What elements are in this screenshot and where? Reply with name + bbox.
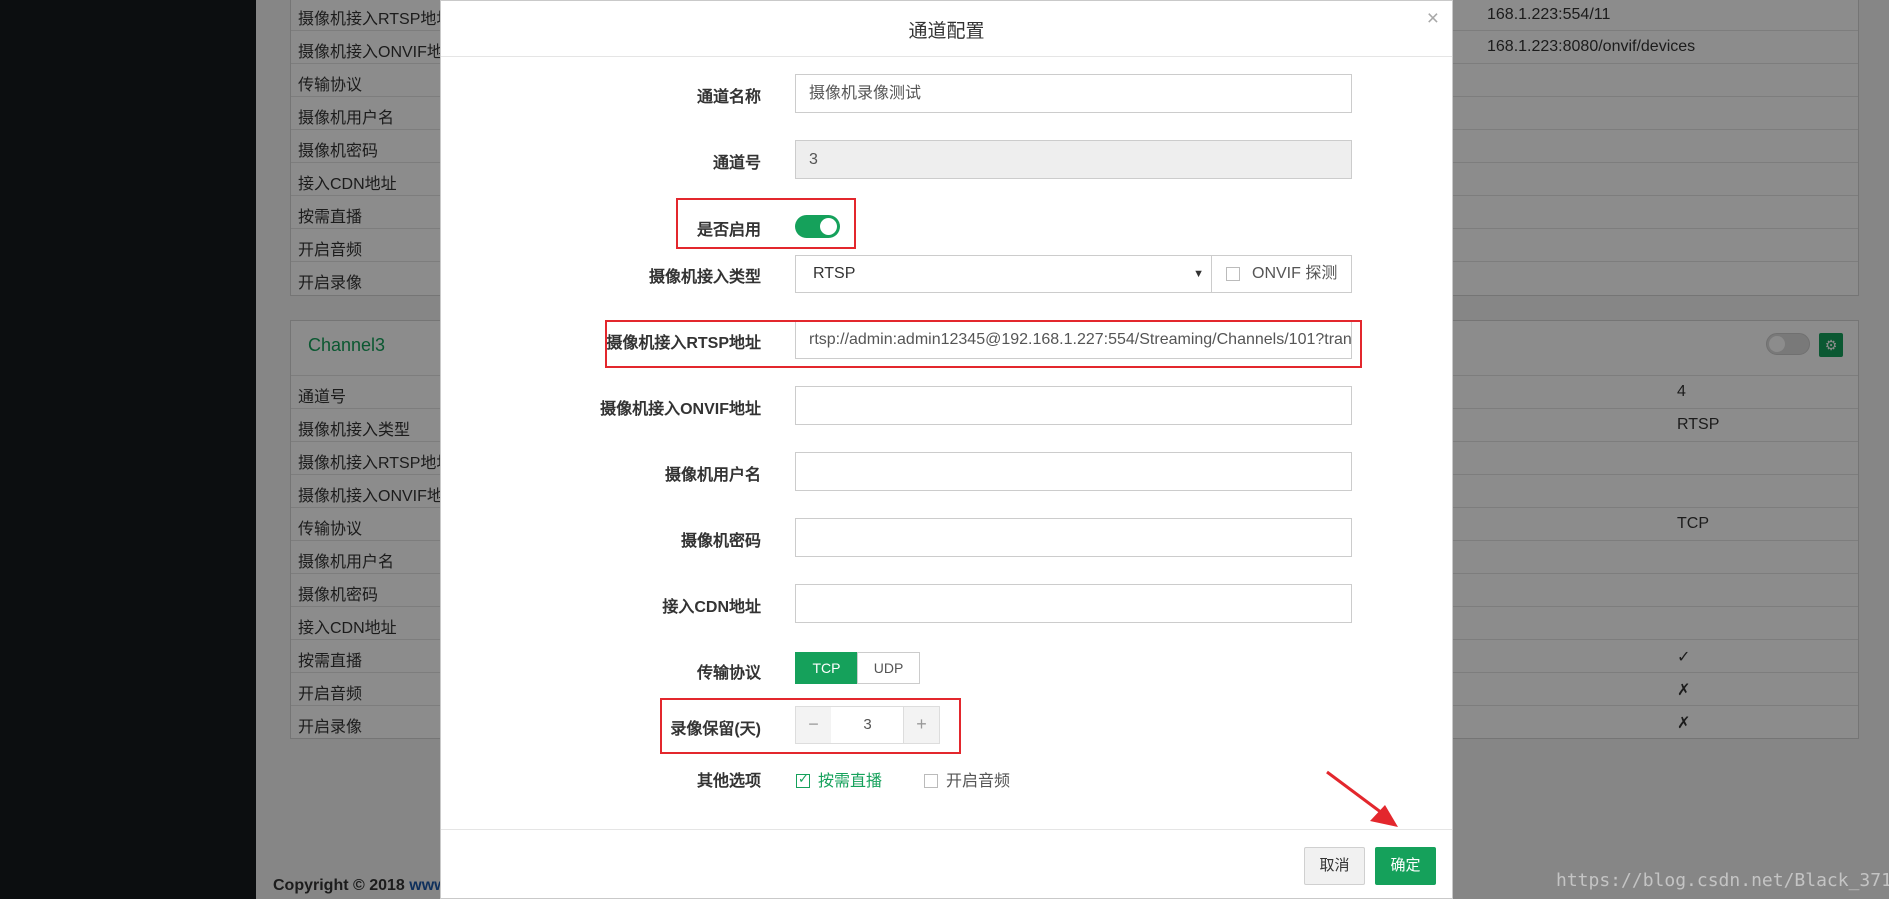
chevron-down-icon: ▼: [1193, 268, 1204, 280]
dialog-header: 通道配置 ×: [441, 1, 1452, 57]
onvif-probe-label: ONVIF 探测: [1252, 265, 1338, 282]
transport-udp-button[interactable]: UDP: [857, 652, 920, 684]
username-label: 摄像机用户名: [664, 467, 761, 484]
onvif-probe-checkbox[interactable]: [1226, 267, 1240, 281]
cdn-url-input[interactable]: [795, 584, 1352, 623]
access-type-value: RTSP: [813, 265, 856, 282]
channel-config-dialog: 通道配置 × 通道名称 摄像机录像测试 通道号 3 是否启用 摄像机接入类型 R…: [440, 0, 1453, 899]
dialog-title: 通道配置: [908, 21, 985, 42]
access-type-select[interactable]: RTSP ▼: [795, 255, 1212, 293]
on-demand-live-option[interactable]: 按需直播: [796, 767, 882, 791]
enable-audio-option[interactable]: 开启音频: [924, 767, 1010, 791]
username-input[interactable]: [795, 452, 1352, 491]
channel-number-label: 通道号: [712, 155, 761, 172]
channel-name-input[interactable]: 摄像机录像测试: [795, 74, 1352, 113]
on-demand-live-checkbox[interactable]: [796, 771, 810, 788]
confirm-button[interactable]: 确定: [1375, 847, 1436, 885]
enable-audio-label: 开启音频: [946, 773, 1011, 790]
channel-name-label: 通道名称: [696, 89, 761, 106]
dialog-footer: [441, 829, 1452, 899]
cdn-url-label: 接入CDN地址: [662, 599, 761, 616]
on-demand-live-label: 按需直播: [818, 773, 883, 790]
close-icon[interactable]: ×: [1427, 7, 1439, 31]
highlight-enabled: [676, 198, 856, 249]
transport-label: 传输协议: [696, 665, 761, 682]
access-type-label: 摄像机接入类型: [648, 269, 761, 286]
password-label: 摄像机密码: [680, 533, 761, 550]
watermark: https://blog.csdn.net/Black_3717: [1556, 870, 1889, 891]
highlight-retention: [660, 698, 961, 754]
onvif-url-label: 摄像机接入ONVIF地址: [600, 401, 761, 418]
onvif-url-input[interactable]: [795, 386, 1352, 425]
other-options-label: 其他选项: [696, 773, 761, 790]
enable-audio-checkbox[interactable]: [924, 773, 938, 788]
password-input[interactable]: [795, 518, 1352, 557]
highlight-rtsp: [605, 320, 1362, 368]
cancel-button[interactable]: 取消: [1304, 847, 1365, 885]
channel-number-input: 3: [795, 140, 1352, 179]
onvif-probe-option[interactable]: ONVIF 探测: [1211, 255, 1352, 293]
transport-tcp-button[interactable]: TCP: [795, 652, 858, 684]
